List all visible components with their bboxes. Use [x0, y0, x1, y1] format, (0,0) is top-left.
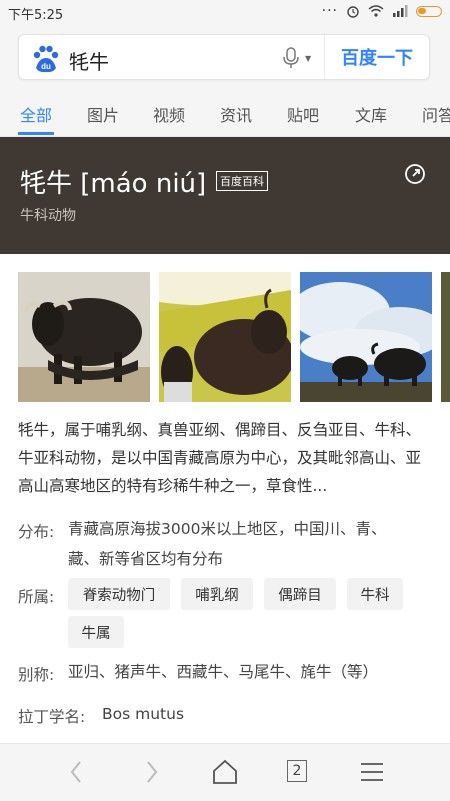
- search-tabs: 全部 图片 视频 资讯 贴吧 文库 问答: [0, 92, 450, 137]
- more-dots-icon: ···: [321, 3, 338, 19]
- home-icon[interactable]: [212, 758, 238, 786]
- taxonomy-chip[interactable]: 偶蹄目: [264, 578, 336, 610]
- taxonomy-chip[interactable]: 牛科: [347, 578, 403, 610]
- tab-tieba[interactable]: 贴吧: [287, 102, 319, 126]
- entry-description: 牦牛，属于哺乳纲、真兽亚纲、偶蹄目、反刍亚目、牛科、牛亚科动物，是以中国青藏高原…: [18, 421, 422, 495]
- tab-video[interactable]: 视频: [153, 102, 185, 126]
- menu-icon[interactable]: [360, 758, 384, 786]
- tab-switcher-button[interactable]: 2: [287, 760, 307, 782]
- yak-photo-4-partial[interactable]: [441, 272, 450, 402]
- tab-zhidao[interactable]: 问答: [422, 102, 450, 126]
- external-link-icon[interactable]: [404, 163, 426, 185]
- bottom-nav-bar: 2: [0, 743, 450, 801]
- alarm-icon: [347, 6, 359, 18]
- yak-photo-3[interactable]: [300, 272, 432, 402]
- status-icons: ···: [322, 3, 442, 19]
- status-bar: 下午5:25 ···: [0, 0, 450, 24]
- alias-label: 别称:: [18, 666, 55, 684]
- search-input[interactable]: 牦牛: [69, 46, 109, 75]
- distribution-text-line1: 青藏高原海拔3000米以上地区，中国川、青、: [68, 520, 387, 538]
- svg-text:du: du: [41, 62, 51, 71]
- tab-images[interactable]: 图片: [87, 102, 119, 126]
- taxonomy-chip[interactable]: 牛属: [68, 616, 124, 648]
- alias-text: 亚归、猪声牛、西藏牛、马尾牛、旄牛（等）: [68, 663, 379, 681]
- entry-subtitle: 牛科动物: [20, 208, 76, 224]
- tab-wenku[interactable]: 文库: [355, 102, 387, 126]
- tab-all[interactable]: 全部: [20, 102, 52, 126]
- distribution-text-line2: 藏、新等省区均有分布: [68, 550, 224, 568]
- status-time: 下午5:25: [8, 8, 64, 23]
- microphone-icon[interactable]: [283, 47, 299, 69]
- latin-name-text: Bos mutus: [102, 705, 185, 723]
- taxonomy-chip[interactable]: 脊索动物门: [68, 578, 170, 610]
- taxonomy-chip[interactable]: 哺乳纲: [181, 578, 253, 610]
- search-button[interactable]: 百度一下: [324, 35, 429, 79]
- yak-photo-1[interactable]: [18, 272, 150, 402]
- battery-icon: [416, 5, 442, 17]
- search-header: du 牦牛 ▼ 百度一下: [0, 24, 450, 92]
- distribution-label: 分布:: [18, 523, 55, 541]
- signal-icon: [393, 5, 408, 17]
- yak-photo-2[interactable]: [159, 272, 291, 402]
- taxonomy-label: 所属:: [18, 588, 55, 606]
- forward-arrow-icon[interactable]: [142, 758, 162, 786]
- active-tab-indicator: [18, 132, 54, 135]
- baidu-paw-logo-icon[interactable]: du: [31, 44, 61, 74]
- search-box[interactable]: du 牦牛 ▼ 百度一下: [18, 34, 430, 80]
- back-arrow-icon[interactable]: [66, 758, 86, 786]
- wifi-icon: [368, 5, 384, 17]
- latin-name-label: 拉丁学名:: [18, 708, 86, 726]
- baike-title-card[interactable]: 牦牛 [máo niú] 百度百科 牛科动物: [0, 137, 450, 254]
- entry-title: 牦牛 [máo niú]: [20, 169, 207, 199]
- baike-badge: 百度百科: [216, 171, 268, 191]
- tab-news[interactable]: 资讯: [220, 102, 252, 126]
- chevron-down-icon[interactable]: ▼: [305, 54, 311, 63]
